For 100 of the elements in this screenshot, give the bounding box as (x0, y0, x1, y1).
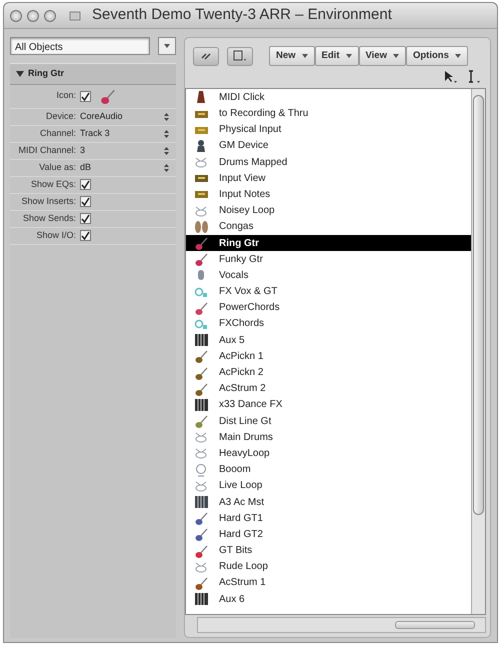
object-row[interactable]: Rude Loop (186, 558, 471, 575)
object-row[interactable]: Aux 5 (186, 332, 471, 348)
object-row[interactable]: FX Vox & GT (186, 284, 471, 300)
layer-menu[interactable]: All Objects (10, 37, 150, 55)
object-row[interactable]: Input Notes (186, 186, 471, 203)
object-name: AcPickn 1 (219, 350, 264, 364)
menu-button[interactable]: View (358, 46, 406, 66)
field-label: MIDI Channel: (17, 144, 77, 157)
object-name: Vocals (219, 268, 248, 283)
object-row[interactable]: Drums Mapped (186, 154, 471, 170)
checkbox[interactable] (80, 230, 91, 241)
object-name: Drums Mapped (219, 156, 288, 170)
object-row[interactable]: AcPickn 2 (186, 364, 471, 381)
object-name: Input View (219, 172, 266, 186)
field-label: Show Inserts: (20, 194, 77, 208)
object-row[interactable]: x33 Dance FX (186, 396, 471, 413)
zoom-button[interactable] (44, 10, 56, 22)
object-name: Noisey Loop (219, 204, 275, 218)
object-name: Funky Gtr (219, 252, 263, 267)
checkbox[interactable] (80, 90, 91, 102)
object-row[interactable]: Main Drums (186, 429, 471, 446)
object-row[interactable]: AcPickn 1 (186, 348, 471, 364)
object-name: MIDI Click (219, 90, 265, 105)
stepper-icon (163, 112, 170, 122)
stepper-icon (163, 128, 170, 138)
object-name: Dist Line Gt (219, 414, 272, 429)
value-menu[interactable]: dB (80, 160, 92, 174)
object-name: HeavyLoop (219, 446, 270, 461)
checkbox[interactable] (80, 213, 91, 224)
object-row[interactable]: Vocals (186, 267, 471, 284)
layer-menu-button[interactable] (158, 37, 176, 55)
object-name: Ring Gtr (219, 236, 259, 251)
menu-button[interactable]: Options (406, 46, 468, 66)
object-row[interactable]: Hard GT1 (186, 510, 471, 526)
object-name: FXChords (219, 317, 264, 332)
object-row[interactable]: Congas (186, 218, 471, 235)
object-name: Booom (219, 463, 251, 478)
object-row[interactable]: Physical Input (186, 122, 471, 138)
object-row[interactable]: Dist Line Gt (186, 413, 471, 430)
field-label: Show EQs: (30, 178, 77, 191)
object-name: Hard GT2 (219, 528, 263, 542)
object-row[interactable]: Input View (186, 170, 471, 186)
disclosure-triangle-icon (16, 70, 24, 78)
object-row[interactable]: Funky Gtr (186, 251, 471, 268)
object-name: AcPickn 2 (219, 366, 264, 380)
object-name: GT Bits (219, 544, 252, 558)
object-row[interactable]: FXChords (186, 316, 471, 332)
horizontal-scrollbar[interactable] (197, 617, 486, 633)
object-name: AcStrum 2 (219, 382, 266, 396)
menu-button[interactable]: Edit (314, 46, 358, 66)
vertical-scrollbar[interactable] (471, 89, 485, 614)
field-label: Device: (44, 110, 77, 123)
field-label: Show Sends: (22, 212, 77, 225)
field-label: Show I/O: (35, 228, 77, 242)
object-row[interactable]: Ring Gtr (186, 234, 471, 252)
object-row[interactable]: AcStrum 1 (186, 574, 471, 592)
object-name: x33 Dance FX (219, 398, 282, 412)
object-row[interactable]: HeavyLoop (186, 445, 471, 462)
object-row[interactable]: Booom (186, 462, 471, 478)
object-name: GM Device (219, 139, 268, 154)
object-name: FX Vox & GT (219, 285, 278, 300)
object-name: Live Loop (219, 479, 262, 494)
value-menu[interactable]: CoreAudio (80, 110, 123, 124)
minimize-button[interactable] (27, 10, 39, 22)
object-name: Main Drums (219, 430, 273, 445)
object-row[interactable]: Hard GT2 (186, 526, 471, 542)
object-row[interactable]: A3 Ac Mst (186, 494, 471, 510)
inspector-header[interactable]: Ring Gtr (10, 63, 176, 84)
object-row[interactable]: GM Device (186, 138, 471, 154)
pointer-tool-icon[interactable] (442, 70, 458, 84)
object-name: to Recording & Thru (219, 107, 308, 122)
menu-button[interactable]: New (269, 46, 315, 66)
checkbox[interactable] (80, 196, 91, 207)
object-row[interactable]: Noisey Loop (186, 202, 471, 219)
object-name: AcStrum 1 (219, 576, 266, 590)
value-menu[interactable]: 3 (80, 144, 86, 158)
caret-icon (454, 54, 461, 59)
text-tool-icon[interactable] (466, 70, 482, 84)
object-row[interactable]: AcStrum 2 (186, 380, 471, 397)
object-row[interactable]: Aux 6 (186, 591, 471, 608)
object-row[interactable]: MIDI Click (186, 89, 471, 106)
stepper-icon (163, 146, 170, 156)
object-row[interactable]: Live Loop (186, 478, 471, 494)
field-label: Value as: (38, 160, 77, 174)
window-icon (233, 50, 247, 62)
close-button[interactable] (10, 10, 22, 22)
link-button[interactable] (193, 46, 219, 66)
object-row[interactable]: GT Bits (186, 542, 471, 559)
object-name: PowerChords (219, 301, 280, 316)
object-name: Aux 5 (219, 334, 245, 348)
object-row[interactable]: PowerChords (186, 300, 471, 316)
object-name: A3 Ac Mst (219, 496, 264, 510)
object-row[interactable]: to Recording & Thru (186, 105, 471, 122)
object-name: Hard GT1 (219, 512, 263, 526)
field-label: Channel: (38, 126, 77, 140)
checkbox[interactable] (80, 179, 91, 190)
object-name: Physical Input (219, 123, 282, 138)
object-name: Rude Loop (219, 560, 268, 574)
caret-icon (346, 54, 352, 59)
value-menu[interactable]: Track 3 (80, 126, 110, 140)
